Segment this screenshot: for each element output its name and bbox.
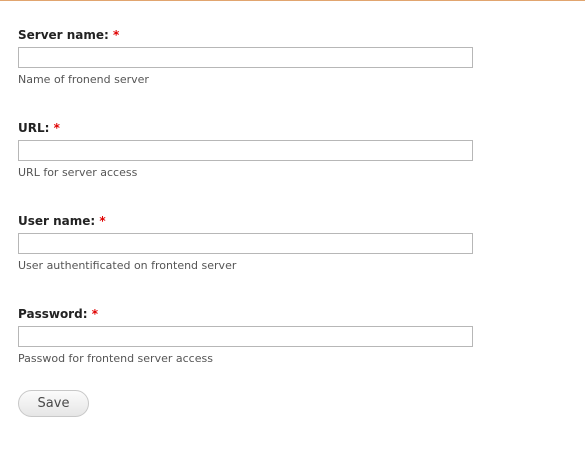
url-description: URL for server access — [18, 166, 138, 179]
password-description: Passwod for frontend server access — [18, 352, 213, 365]
required-marker: * — [113, 28, 120, 42]
url-field: URL: * URL for server access — [18, 120, 578, 213]
password-label-text: Password: — [18, 307, 88, 321]
top-divider — [0, 0, 585, 1]
server-name-field: Server name: * Name of fronend server — [18, 27, 578, 120]
required-marker: * — [99, 214, 106, 228]
password-field: Password: * Passwod for frontend server … — [18, 306, 578, 399]
frontend-server-form: Server name: * Name of fronend server UR… — [18, 27, 578, 399]
server-name-label: Server name: * — [18, 27, 578, 43]
url-input[interactable] — [18, 140, 473, 161]
user-name-description: User authentificated on frontend server — [18, 259, 237, 272]
user-name-input[interactable] — [18, 233, 473, 254]
user-name-label: User name: * — [18, 213, 578, 229]
user-name-field: User name: * User authentificated on fro… — [18, 213, 578, 306]
url-label: URL: * — [18, 120, 578, 136]
required-marker: * — [53, 121, 60, 135]
server-name-description: Name of fronend server — [18, 73, 149, 86]
password-label: Password: * — [18, 306, 578, 322]
server-name-label-text: Server name: — [18, 28, 109, 42]
user-name-label-text: User name: — [18, 214, 96, 228]
url-label-text: URL: — [18, 121, 50, 135]
save-button[interactable]: Save — [18, 390, 89, 417]
server-name-input[interactable] — [18, 47, 473, 68]
password-input[interactable] — [18, 326, 473, 347]
required-marker: * — [91, 307, 98, 321]
